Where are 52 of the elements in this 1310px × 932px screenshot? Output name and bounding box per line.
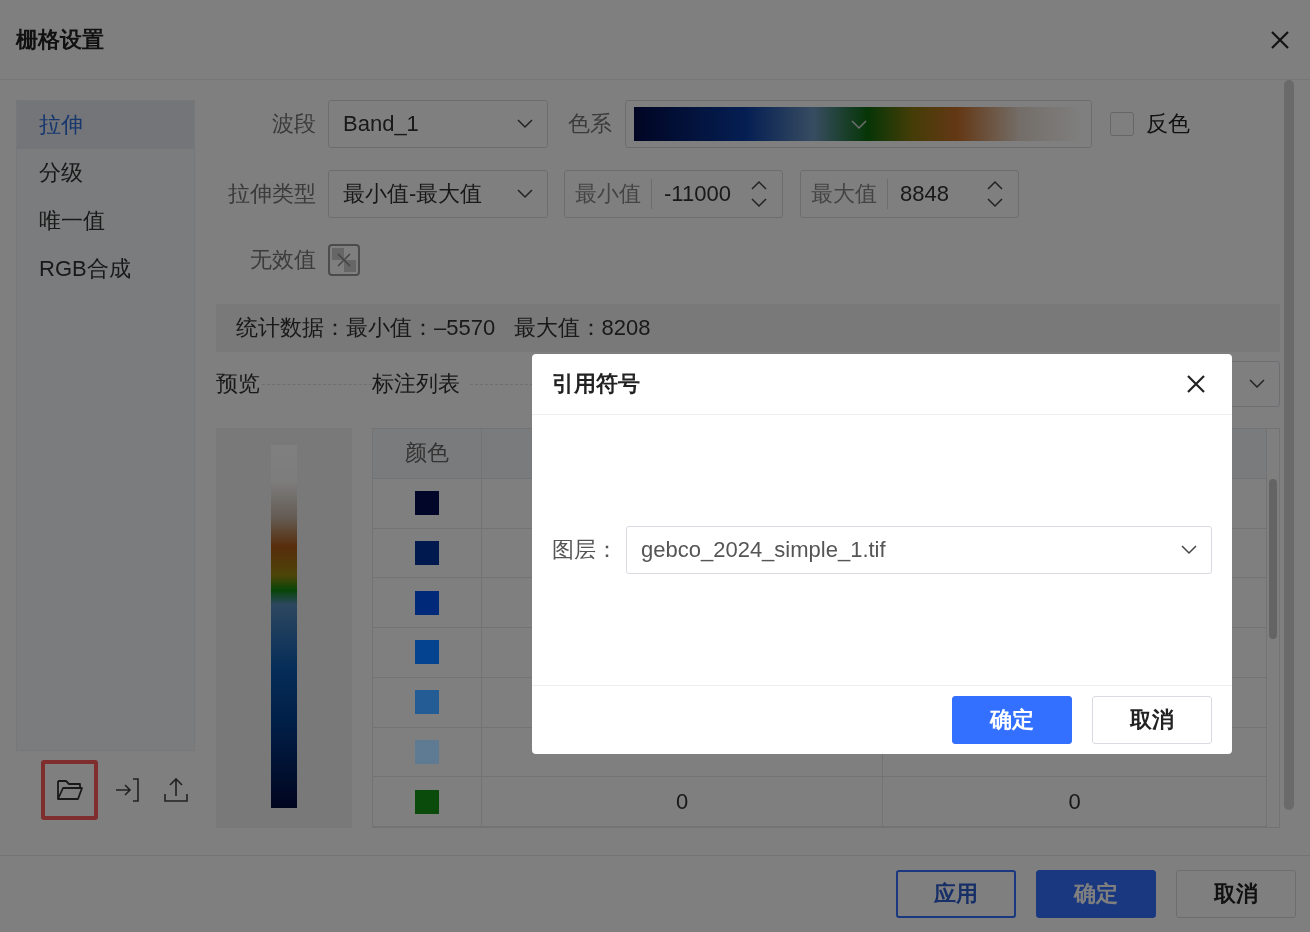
section-heading: 标注列表: [372, 370, 460, 398]
color-swatch[interactable]: [415, 789, 439, 814]
chevron-icon: [851, 120, 867, 130]
field-label: 无效值: [249, 246, 316, 274]
table-cell: 0: [675, 788, 689, 815]
band-select[interactable]: Band_1: [328, 100, 548, 148]
nodata-swatch[interactable]: [328, 244, 360, 276]
modal-title: 引用符号: [552, 370, 640, 398]
sidebar-item[interactable]: 拉伸: [17, 101, 194, 149]
window-title: 栅格设置: [16, 25, 104, 54]
spinner-icon: [986, 179, 1004, 209]
chevron-icon: [1181, 545, 1197, 555]
sidebar-item[interactable]: 分级: [17, 149, 194, 197]
sign-in-icon: [113, 777, 142, 803]
dialog-button[interactable]: 应用: [896, 870, 1016, 918]
stretch-type-select[interactable]: 最小值-最大值: [328, 170, 548, 218]
dialog-button[interactable]: 取消: [1092, 696, 1212, 744]
dialog-button[interactable]: 确定: [952, 696, 1072, 744]
checkbox-label: 反色: [1146, 110, 1190, 138]
sidebar-item[interactable]: 唯一值: [17, 197, 194, 245]
color-swatch[interactable]: [415, 491, 439, 516]
field-label: 色系: [568, 110, 612, 138]
close-icon: [1270, 29, 1290, 50]
color-swatch[interactable]: [415, 690, 439, 715]
chevron-icon: [517, 189, 533, 199]
chevron-icon: [1249, 379, 1265, 389]
statistics-text: 统计数据：最小值：–5570 最大值：8208: [216, 304, 1280, 352]
color-swatch[interactable]: [415, 590, 439, 615]
layer-select[interactable]: gebco_2024_simple_1.tif: [626, 526, 1212, 574]
color-swatch[interactable]: [415, 739, 439, 764]
close-icon: [1186, 374, 1206, 394]
field-label: 图层：: [552, 536, 618, 564]
chevron-icon: [517, 119, 533, 129]
dialog-button[interactable]: 取消: [1176, 870, 1296, 918]
sidebar-item[interactable]: RGB合成: [17, 245, 194, 293]
table-cell: 0: [1068, 788, 1081, 815]
field-label: 拉伸类型: [227, 180, 316, 208]
section-heading: 预览: [216, 370, 260, 398]
folder-icon: [55, 778, 84, 802]
field-label: 波段: [271, 110, 316, 138]
upload-icon: [161, 776, 190, 804]
dialog-button[interactable]: 确定: [1036, 870, 1156, 918]
open-folder-button[interactable]: [41, 760, 99, 820]
color-swatch[interactable]: [415, 540, 439, 565]
invert-checkbox[interactable]: [1110, 112, 1134, 136]
scrollbar[interactable]: [1269, 479, 1277, 639]
spinner-icon: [750, 179, 768, 209]
color-ramp-select[interactable]: [625, 100, 1092, 148]
column-header: 颜色: [373, 429, 482, 478]
min-value-field[interactable]: 最小值 -11000: [564, 170, 783, 218]
color-swatch[interactable]: [415, 640, 439, 665]
max-value-field[interactable]: 最大值 8848: [800, 170, 1019, 218]
